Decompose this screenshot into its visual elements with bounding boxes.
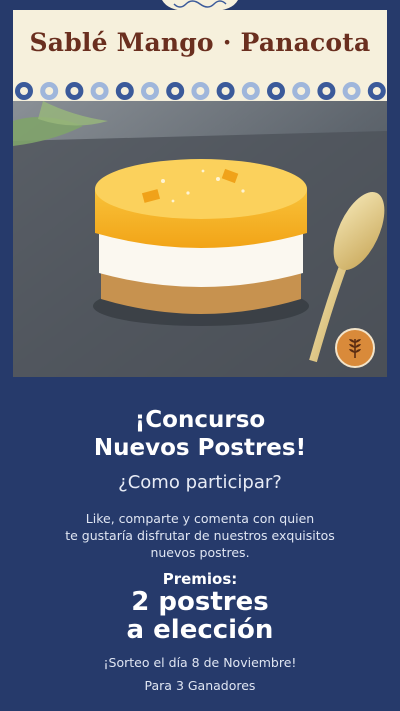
tile-medallion-center	[272, 87, 280, 95]
tile-medallion-center	[246, 87, 255, 95]
instructions-line-1: Like, comparte y comenta con quien	[85, 511, 315, 526]
headline-line-2: Nuevos Postres!	[93, 435, 307, 461]
contest-info: ¡Concurso Nuevos Postres! ¿Como particip…	[0, 392, 400, 711]
decorative-tile-band	[13, 80, 387, 102]
instructions-line-3: nuevos postres.	[150, 545, 250, 560]
tile-medallion-center	[171, 87, 180, 95]
tile-pattern	[15, 82, 386, 100]
tile-medallion-center	[221, 87, 230, 95]
tile-medallion-center	[322, 87, 331, 95]
prize-line-1: 2 postres	[131, 587, 269, 617]
participation-instructions: Like, comparte y comenta con quien te gu…	[50, 510, 350, 561]
prize-label: Premios:	[162, 570, 238, 588]
how-to-participate: ¿Como participar?	[118, 472, 282, 493]
contest-headline: ¡Concurso Nuevos Postres!	[0, 406, 400, 462]
tile-medallion-center	[146, 87, 154, 95]
tile-medallion-center	[196, 87, 205, 95]
poster-frame: Sablé Mango · Panacota	[0, 0, 400, 392]
prize-line-2: a elección	[126, 615, 274, 645]
product-title: Sablé Mango · Panacota	[29, 28, 371, 57]
tile-medallion-center	[20, 87, 28, 95]
tile-medallion-center	[45, 87, 54, 95]
tile-medallion-center	[95, 87, 104, 95]
tile-medallion-center	[372, 87, 381, 95]
instructions-line-2: te gustaría disfrutar de nuestros exquis…	[65, 528, 335, 543]
headline-line-1: ¡Concurso	[134, 407, 266, 433]
tile-medallion-center	[120, 87, 129, 95]
prize-value: 2 postres a elección	[0, 588, 400, 644]
tile-medallion-center	[347, 87, 356, 95]
draw-date: ¡Sorteo el día 8 de Noviembre!	[103, 655, 297, 670]
wheat-icon	[335, 328, 375, 368]
tile-medallion-center	[70, 87, 79, 95]
dessert-photo	[13, 101, 387, 377]
tile-medallion-center	[297, 87, 306, 95]
winners-count: Para 3 Ganadores	[144, 678, 256, 693]
title-panel: Sablé Mango · Panacota	[13, 10, 387, 82]
